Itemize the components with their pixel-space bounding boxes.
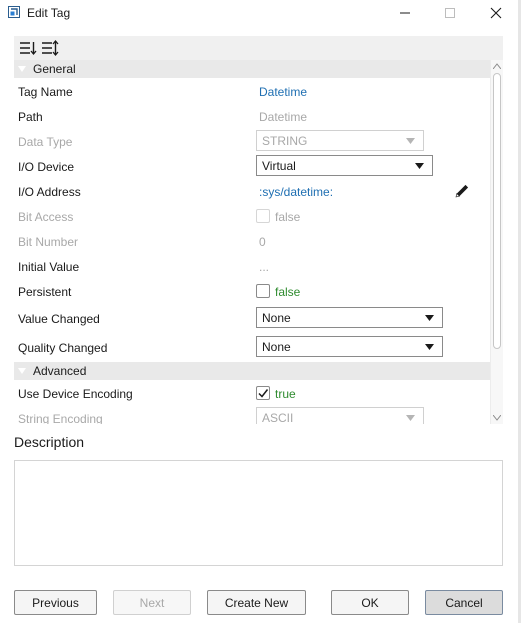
row-persistent: Persistent false bbox=[14, 279, 490, 304]
io-device-label: I/O Device bbox=[18, 160, 75, 174]
use-device-encoding-label: Use Device Encoding bbox=[18, 387, 133, 401]
row-path: Path Datetime bbox=[14, 104, 490, 129]
minimize-icon bbox=[400, 12, 410, 14]
tag-name-value[interactable]: Datetime bbox=[259, 85, 307, 99]
chevron-down-icon bbox=[406, 138, 415, 144]
vertical-scrollbar[interactable] bbox=[490, 60, 503, 424]
property-grid: General Tag Name Datetime Path Datetime … bbox=[14, 60, 503, 424]
next-button: Next bbox=[113, 590, 191, 615]
row-io-device: I/O Device Virtual bbox=[14, 154, 490, 179]
value-changed-label: Value Changed bbox=[18, 312, 100, 326]
row-string-encoding: String Encoding ASCII bbox=[14, 406, 490, 424]
row-initial-value: Initial Value ... bbox=[14, 254, 490, 279]
chevron-down-icon bbox=[425, 315, 434, 321]
maximize-button[interactable] bbox=[427, 0, 473, 26]
io-address-label: I/O Address bbox=[18, 185, 81, 199]
previous-button[interactable]: Previous bbox=[14, 590, 97, 615]
io-device-value: Virtual bbox=[262, 159, 296, 173]
initial-value-label: Initial Value bbox=[18, 260, 80, 274]
maximize-icon bbox=[445, 8, 455, 18]
ok-button[interactable]: OK bbox=[331, 590, 409, 615]
property-toolbar bbox=[14, 36, 503, 60]
row-quality-changed: Quality Changed None bbox=[14, 335, 490, 360]
string-encoding-label: String Encoding bbox=[18, 412, 103, 424]
bit-access-label: Bit Access bbox=[18, 210, 74, 224]
pencil-edit-icon[interactable] bbox=[453, 182, 471, 200]
persistent-checkbox[interactable] bbox=[256, 284, 270, 298]
chevron-down-icon bbox=[406, 415, 415, 421]
section-general[interactable]: General bbox=[14, 60, 490, 78]
string-encoding-value: ASCII bbox=[262, 411, 294, 424]
row-tag-name[interactable]: Tag Name Datetime bbox=[14, 79, 490, 104]
minimize-button[interactable] bbox=[382, 0, 428, 26]
data-type-select: STRING bbox=[256, 130, 424, 151]
row-data-type: Data Type STRING bbox=[14, 129, 490, 154]
io-address-value[interactable]: :sys/datetime: bbox=[259, 185, 333, 199]
data-type-label: Data Type bbox=[18, 135, 73, 149]
section-general-label: General bbox=[33, 62, 76, 76]
sort-alphabetical-icon[interactable] bbox=[41, 39, 59, 57]
checkmark-icon bbox=[258, 389, 269, 398]
data-type-value: STRING bbox=[262, 134, 308, 148]
value-changed-value: None bbox=[262, 311, 291, 325]
row-use-device-encoding: Use Device Encoding true bbox=[14, 381, 490, 406]
persistent-label: Persistent bbox=[18, 285, 72, 299]
row-bit-access: Bit Access false bbox=[14, 204, 490, 229]
use-device-encoding-value: true bbox=[275, 387, 296, 401]
description-textarea[interactable] bbox=[14, 460, 503, 566]
quality-changed-select[interactable]: None bbox=[256, 336, 443, 357]
create-new-button[interactable]: Create New bbox=[207, 590, 306, 615]
scroll-thumb[interactable] bbox=[493, 73, 501, 349]
persistent-value: false bbox=[275, 285, 301, 299]
io-device-select[interactable]: Virtual bbox=[256, 155, 433, 176]
use-device-encoding-checkbox[interactable] bbox=[256, 386, 270, 400]
description-label: Description bbox=[14, 434, 85, 450]
row-io-address: I/O Address :sys/datetime: bbox=[14, 179, 490, 204]
row-bit-number: Bit Number 0 bbox=[14, 229, 490, 254]
title-bar: Edit Tag bbox=[0, 0, 521, 28]
close-button[interactable] bbox=[473, 0, 519, 26]
path-value: Datetime bbox=[259, 110, 308, 124]
initial-value-value[interactable]: ... bbox=[259, 260, 269, 274]
value-changed-select[interactable]: None bbox=[256, 307, 443, 328]
path-label: Path bbox=[18, 110, 43, 124]
quality-changed-label: Quality Changed bbox=[18, 341, 108, 355]
section-advanced-label: Advanced bbox=[33, 364, 87, 378]
scroll-up-icon[interactable] bbox=[493, 63, 501, 69]
bit-number-label: Bit Number bbox=[18, 235, 79, 249]
bit-access-checkbox bbox=[256, 209, 270, 223]
app-icon bbox=[8, 6, 20, 18]
collapse-triangle-icon bbox=[18, 368, 26, 374]
scroll-down-icon[interactable] bbox=[493, 415, 501, 421]
collapse-triangle-icon bbox=[18, 66, 26, 72]
chevron-down-icon bbox=[415, 163, 424, 169]
window-title: Edit Tag bbox=[27, 6, 71, 20]
close-icon bbox=[490, 7, 502, 19]
cancel-button[interactable]: Cancel bbox=[425, 590, 503, 615]
bit-number-value: 0 bbox=[259, 235, 266, 249]
sort-categorized-icon[interactable] bbox=[19, 39, 37, 57]
string-encoding-select: ASCII bbox=[256, 407, 424, 424]
section-advanced[interactable]: Advanced bbox=[14, 362, 490, 380]
bit-access-value: false bbox=[275, 210, 301, 224]
tag-name-label: Tag Name bbox=[18, 85, 73, 99]
quality-changed-value: None bbox=[262, 340, 291, 354]
chevron-down-icon bbox=[425, 344, 434, 350]
row-value-changed: Value Changed None bbox=[14, 306, 490, 331]
